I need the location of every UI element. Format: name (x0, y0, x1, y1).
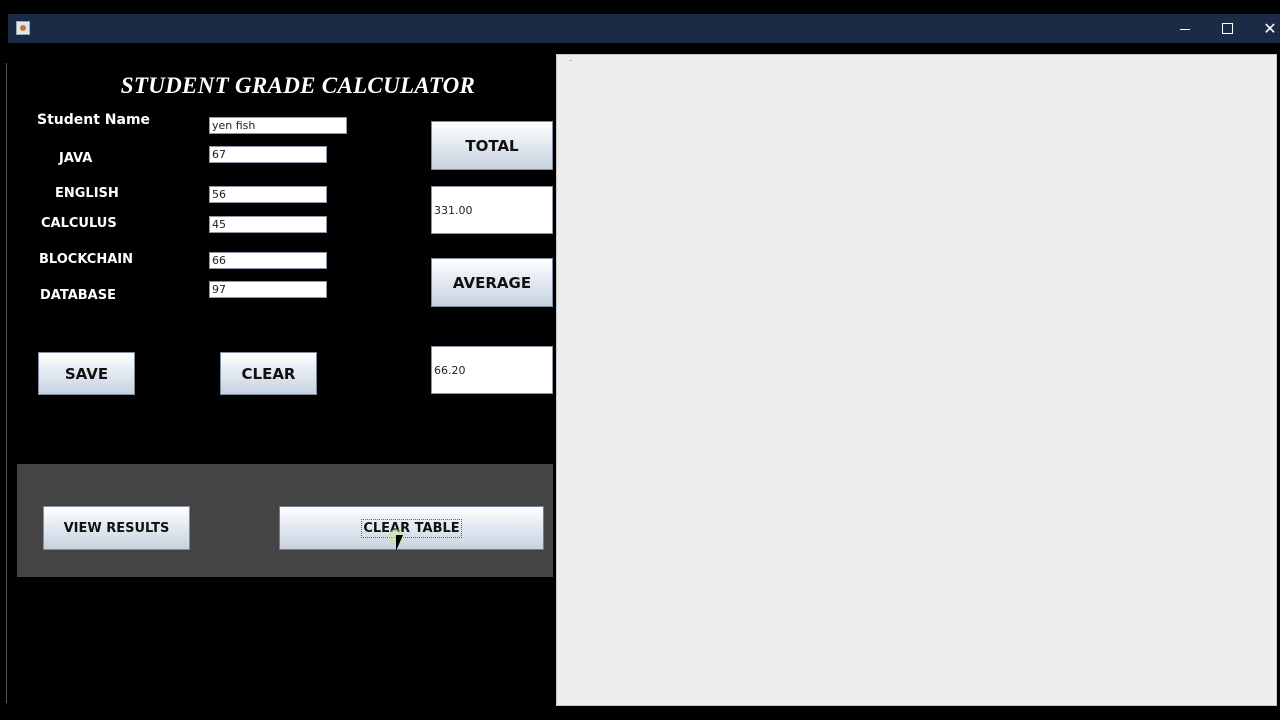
window-left-edge (0, 43, 8, 720)
student-name-input[interactable] (209, 117, 347, 134)
edge-line (6, 63, 7, 703)
results-table-area[interactable] (556, 54, 1277, 706)
close-icon: ✕ (1263, 19, 1277, 38)
clear-table-label: CLEAR TABLE (361, 518, 462, 538)
average-output: 66.20 (431, 346, 553, 394)
java-label: JAVA (59, 151, 93, 166)
database-input[interactable] (209, 281, 327, 298)
calculus-label: CALCULUS (41, 216, 117, 231)
maximize-icon (1221, 23, 1233, 34)
mouse-pointer-icon (396, 535, 408, 551)
app-frame: STUDENT GRADE CALCULATOR Student Name JA… (8, 43, 1280, 720)
blockchain-input[interactable] (209, 252, 327, 269)
calculus-input[interactable] (209, 216, 327, 233)
app-title: STUDENT GRADE CALCULATOR (120, 73, 476, 98)
window-titlebar[interactable]: ✕ (8, 14, 1280, 43)
top-strip (0, 0, 1280, 14)
english-label: ENGLISH (55, 186, 119, 201)
table-corner-mark (569, 60, 572, 61)
clear-button[interactable]: CLEAR (220, 352, 317, 395)
total-button[interactable]: TOTAL (431, 121, 553, 170)
clear-table-button[interactable]: CLEAR TABLE (279, 506, 544, 550)
student-name-label: Student Name (37, 112, 151, 128)
save-button[interactable]: SAVE (38, 352, 135, 395)
maximize-button[interactable] (1207, 14, 1247, 43)
blockchain-label: BLOCKCHAIN (39, 252, 134, 267)
view-results-button[interactable]: VIEW RESULTS (43, 506, 190, 550)
java-cup-icon (16, 21, 30, 35)
close-button[interactable]: ✕ (1250, 14, 1280, 43)
average-button[interactable]: AVERAGE (431, 258, 553, 307)
database-label: DATABASE (40, 288, 116, 303)
bottom-panel: VIEW RESULTS CLEAR TABLE (17, 464, 553, 577)
minimize-icon (1180, 29, 1190, 30)
total-output: 331.00 (431, 186, 553, 234)
minimize-button[interactable] (1165, 14, 1205, 43)
english-input[interactable] (209, 186, 327, 203)
java-input[interactable] (209, 146, 327, 163)
